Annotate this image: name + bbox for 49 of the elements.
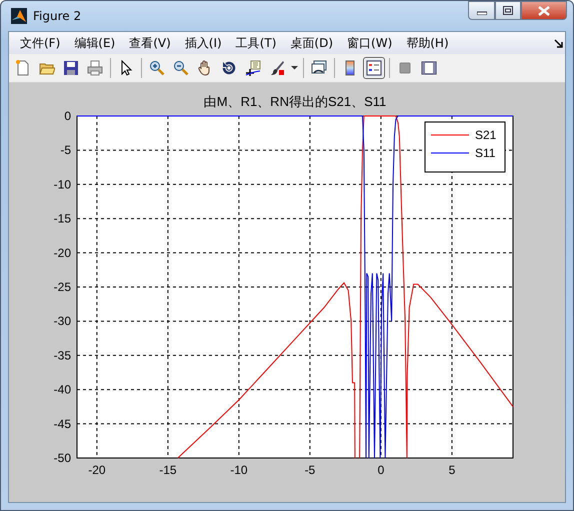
menu-item[interactable]: 桌面(D)	[285, 34, 342, 52]
menu-item[interactable]: 插入(I)	[180, 34, 231, 52]
square-icon	[397, 60, 413, 76]
menu-item[interactable]: 工具(T)	[230, 34, 286, 52]
legend-icon	[366, 60, 382, 76]
y-tick-label: -10	[54, 177, 71, 192]
menu-item[interactable]: 查看(V)	[124, 34, 180, 52]
y-tick-label: -35	[54, 348, 71, 362]
caret-icon	[291, 66, 298, 70]
window-title: Figure 2	[33, 8, 82, 22]
dock-arrow-icon[interactable]	[554, 38, 563, 48]
y-tick-label: -20	[54, 246, 71, 260]
menu-item[interactable]: 文件(F)	[15, 34, 70, 52]
x-tick-label: -10	[230, 463, 248, 477]
x-tick-label: -5	[304, 463, 316, 477]
x-tick-label: 5	[448, 463, 456, 477]
toolbar-button[interactable]	[363, 57, 385, 79]
close-button[interactable]	[521, 1, 567, 20]
data-cursor-icon	[245, 60, 261, 76]
y-tick-label: -45	[54, 416, 71, 431]
plot-title: 由M、R1、RN得出的S21、S11	[204, 94, 386, 109]
restore-icon	[503, 6, 513, 15]
y-tick-label: -30	[54, 314, 71, 328]
zoom-out-icon	[173, 60, 189, 76]
x-tick-label: -20	[88, 463, 106, 477]
y-tick-label: -50	[54, 451, 71, 465]
y-tick-label: -15	[54, 212, 71, 226]
menu-item[interactable]: 窗口(W)	[342, 34, 402, 52]
app-icon	[11, 8, 27, 24]
x-tick-label: -15	[159, 463, 177, 477]
y-tick-label: -40	[54, 382, 71, 397]
menu-item[interactable]: 帮助(H)	[401, 34, 458, 52]
brush-icon	[269, 60, 285, 76]
zoom-in-icon	[149, 60, 165, 76]
minimize-button[interactable]	[468, 1, 495, 20]
close-icon	[538, 6, 550, 16]
menu-item[interactable]: 编辑(E)	[69, 34, 124, 52]
legend-label: S21	[475, 128, 496, 142]
printer-icon	[87, 60, 103, 76]
rotate-icon	[221, 60, 237, 76]
y-tick-label: 0	[64, 109, 71, 123]
panel-layout-icon	[421, 60, 437, 76]
new-file-icon	[15, 60, 31, 76]
x-tick-label: 0	[378, 463, 384, 477]
y-tick-label: -5	[60, 143, 71, 158]
legend-label: S11	[475, 146, 496, 160]
maximize-button[interactable]	[495, 1, 521, 20]
y-tick-label: -25	[54, 280, 71, 294]
linked-plot-icon	[311, 60, 327, 76]
